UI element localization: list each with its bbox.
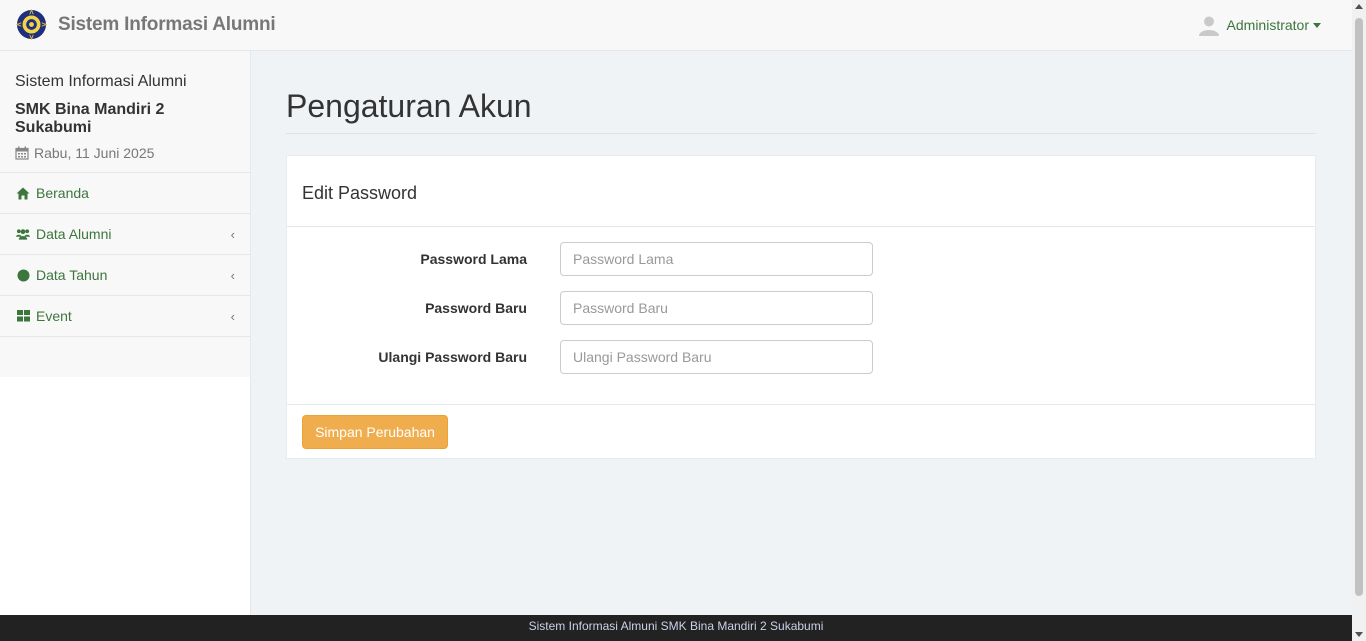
- calendar-icon: [15, 146, 29, 160]
- sidebar-item-data-tahun[interactable]: Data Tahun ‹: [0, 255, 250, 296]
- new-password-input[interactable]: [560, 291, 873, 325]
- chevron-left-icon: ‹: [230, 227, 235, 242]
- title-divider: [286, 133, 1316, 134]
- top-navbar: Sistem Informasi Alumni Administrator: [0, 0, 1352, 51]
- footer-text: Sistem Informasi Almuni SMK Bina Mandiri…: [528, 619, 824, 633]
- panel-title: Edit Password: [287, 156, 1315, 227]
- chevron-left-icon: ‹: [230, 309, 235, 324]
- form-row-old-password: Password Lama: [287, 242, 1315, 276]
- sidebar-item-data-alumni[interactable]: Data Alumni ‹: [0, 214, 250, 255]
- brand-title: Sistem Informasi Alumni: [58, 13, 276, 35]
- circle-icon: [16, 268, 30, 282]
- sidebar-item-event[interactable]: Event ‹: [0, 296, 250, 337]
- sidebar: Sistem Informasi Alumni SMK Bina Mandiri…: [0, 51, 251, 615]
- form-row-new-password: Password Baru: [287, 291, 1315, 325]
- sidebar-item-label: Data Alumni: [36, 226, 112, 242]
- home-icon: [16, 186, 30, 200]
- sidebar-date-text: Rabu, 11 Juni 2025: [34, 145, 155, 161]
- confirm-password-label: Ulangi Password Baru: [378, 349, 527, 365]
- edit-password-panel: Edit Password Password Lama Password Bar…: [286, 155, 1316, 459]
- scroll-up-icon[interactable]: [1355, 4, 1363, 9]
- grid-icon: [16, 309, 30, 323]
- save-changes-button[interactable]: Simpan Perubahan: [302, 415, 448, 449]
- new-password-label: Password Baru: [425, 300, 527, 316]
- vertical-scrollbar[interactable]: [1352, 0, 1366, 641]
- users-icon: [16, 227, 30, 241]
- sidebar-header: Sistem Informasi Alumni SMK Bina Mandiri…: [0, 51, 250, 173]
- scroll-down-icon[interactable]: [1355, 632, 1363, 637]
- form-row-confirm-password: Ulangi Password Baru: [287, 340, 1315, 374]
- sidebar-app-title: Sistem Informasi Alumni: [15, 73, 187, 90]
- sidebar-item-beranda[interactable]: Beranda: [0, 173, 250, 214]
- sidebar-school-name: SMK Bina Mandiri 2 Sukabumi: [15, 101, 165, 136]
- old-password-label: Password Lama: [420, 251, 527, 267]
- scrollbar-thumb[interactable]: [1355, 18, 1363, 596]
- panel-footer: Simpan Perubahan: [287, 404, 1315, 459]
- user-avatar-icon: [1198, 16, 1219, 36]
- user-menu-dropdown[interactable]: Administrator: [1198, 14, 1321, 36]
- caret-down-icon: [1313, 22, 1321, 28]
- page-footer: Sistem Informasi Almuni SMK Bina Mandiri…: [0, 615, 1352, 641]
- sidebar-item-label: Data Tahun: [36, 267, 108, 283]
- sidebar-item-label: Beranda: [36, 185, 89, 201]
- brand[interactable]: Sistem Informasi Alumni: [16, 9, 276, 40]
- sidebar-date: Rabu, 11 Juni 2025: [15, 145, 235, 161]
- sidebar-item-label: Event: [36, 308, 72, 324]
- page-title: Pengaturan Akun: [286, 88, 532, 124]
- user-name: Administrator: [1226, 17, 1309, 33]
- old-password-input[interactable]: [560, 242, 873, 276]
- chevron-left-icon: ‹: [230, 268, 235, 283]
- school-emblem-icon: [16, 9, 47, 40]
- confirm-password-input[interactable]: [560, 340, 873, 374]
